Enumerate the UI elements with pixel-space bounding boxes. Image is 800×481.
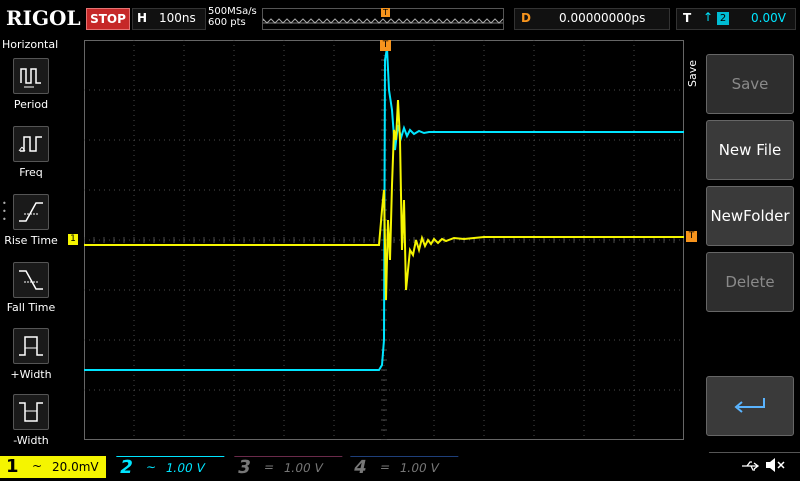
horizontal-key: H — [137, 11, 148, 25]
timebase-value: 100ns — [159, 11, 196, 25]
trigger-source: 2 — [717, 12, 729, 25]
delete-button[interactable]: Delete — [706, 252, 794, 312]
rise-time-button[interactable] — [13, 194, 49, 230]
return-arrow-icon — [734, 398, 765, 413]
save-button[interactable]: Save — [706, 54, 794, 114]
trigger-position-marker[interactable]: T — [381, 8, 390, 17]
channel-3-scale: 1.00 V — [282, 461, 325, 475]
channel-1-scale: 20.0mV — [52, 460, 99, 474]
positive-width-icon — [19, 336, 43, 356]
trigger-level: 0.00V — [751, 11, 786, 25]
period-icon — [20, 68, 41, 88]
channel-3-number: 3 — [235, 457, 253, 478]
fall-time-button[interactable] — [13, 262, 49, 298]
channel-1-offset-marker[interactable]: 1 — [68, 234, 78, 245]
channel-4-coupling-icon: = — [378, 460, 392, 474]
channel-2-number: 2 — [117, 457, 135, 478]
fall-time-icon — [19, 270, 43, 290]
channel-2-coupling-icon: ~ — [144, 460, 158, 474]
channel-3-coupling-icon: = — [262, 460, 276, 474]
channel-1-coupling-icon: ~ — [32, 459, 43, 473]
channel-4-number: 4 — [351, 457, 369, 478]
right-menu-title: Save — [686, 60, 699, 88]
sample-info: 500MSa/s 600 pts — [208, 6, 257, 28]
channel-4-tab[interactable]: 4 = 1.00 V — [345, 456, 459, 479]
trigger-level-marker[interactable]: T — [686, 231, 697, 242]
left-menu-title: Horizontal — [2, 38, 59, 51]
delay-key: D — [521, 11, 531, 25]
positive-width-label: +Width — [10, 368, 52, 381]
negative-width-icon — [19, 402, 43, 422]
period-button[interactable] — [13, 58, 49, 94]
trigger-box[interactable]: T ↑ 2 0.00V — [676, 8, 796, 30]
memory-depth: 600 pts — [208, 17, 246, 28]
page-dots: • • • — [2, 199, 7, 224]
delay-box[interactable]: D 0.00000000ps — [514, 8, 670, 30]
period-label: Period — [13, 98, 49, 111]
rise-time-label: Rise Time — [4, 234, 58, 247]
usb-icon — [740, 458, 760, 477]
frequency-button[interactable] — [13, 126, 49, 162]
back-button[interactable] — [706, 376, 794, 436]
rise-time-icon — [19, 202, 43, 222]
channel-3-tab[interactable]: 3 = 1.00 V — [229, 456, 343, 479]
fall-time-label: Fall Time — [6, 301, 56, 314]
rising-edge-icon: ↑ — [703, 10, 714, 24]
trigger-time-marker[interactable]: T — [380, 40, 391, 51]
delay-value: 0.00000000ps — [559, 11, 646, 25]
run-stop-status[interactable]: STOP — [86, 8, 130, 30]
channel-2-tab[interactable]: 2 ~ 1.00 V — [111, 456, 225, 479]
frequency-label: Freq — [19, 166, 43, 179]
positive-width-button[interactable] — [13, 328, 49, 364]
sample-rate: 500MSa/s — [208, 6, 257, 17]
channel-4-scale: 1.00 V — [398, 461, 441, 475]
channel-1-tab[interactable]: 1 ~ 20.0mV — [0, 456, 106, 478]
rigol-logo: RIGOL — [6, 6, 81, 30]
waveform-display[interactable] — [84, 40, 684, 440]
negative-width-button[interactable] — [13, 394, 49, 430]
frequency-icon — [18, 136, 42, 152]
new-file-button[interactable]: New File — [706, 120, 794, 180]
trigger-key: T — [683, 11, 692, 25]
timebase-box[interactable]: H 100ns — [132, 8, 206, 30]
negative-width-label: -Width — [13, 434, 49, 447]
channel-1-number: 1 — [6, 456, 19, 477]
channel-2-scale: 1.00 V — [164, 461, 207, 475]
new-folder-button[interactable]: NewFolder — [706, 186, 794, 246]
mute-icon[interactable] — [764, 456, 786, 478]
